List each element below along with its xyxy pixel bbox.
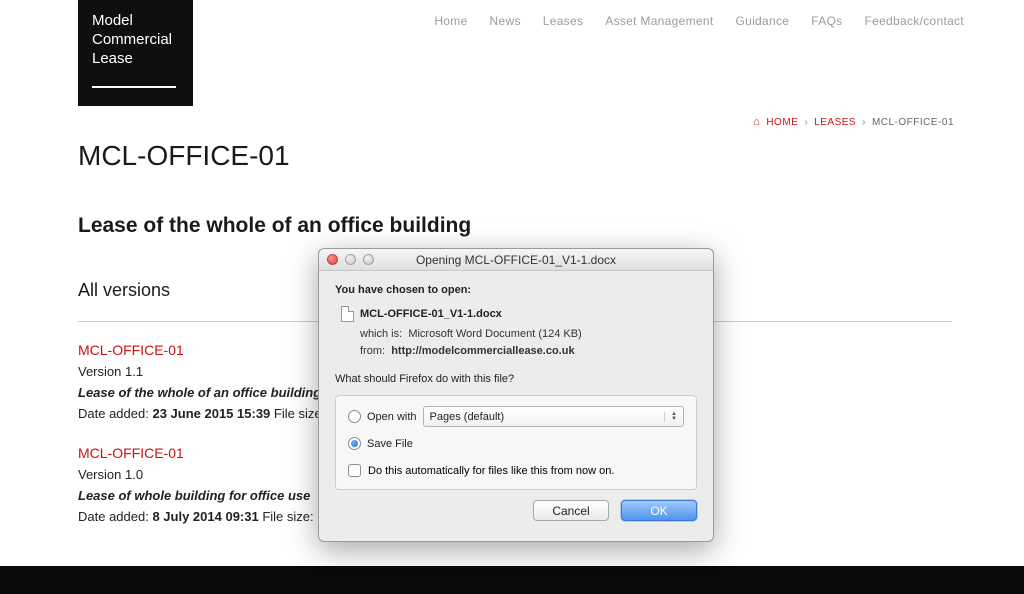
nav-home[interactable]: Home (434, 14, 467, 28)
file-name: MCL-OFFICE-01_V1-1.docx (360, 308, 502, 320)
version-link[interactable]: MCL-OFFICE-01 (78, 445, 184, 461)
radio-save-file[interactable] (348, 437, 361, 450)
which-is-value: Microsoft Word Document (124 KB) (408, 328, 581, 340)
dialog-titlebar[interactable]: Opening MCL-OFFICE-01_V1-1.docx (319, 249, 713, 271)
size-label: File size: (262, 509, 313, 524)
logo-line: Commercial (92, 31, 179, 50)
breadcrumb-current: MCL-OFFICE-01 (872, 117, 954, 128)
radio-open-with[interactable] (348, 410, 361, 423)
version-link[interactable]: MCL-OFFICE-01 (78, 342, 184, 358)
dialog-heading: You have chosen to open: (335, 284, 697, 296)
file-icon (341, 306, 354, 322)
download-dialog: Opening MCL-OFFICE-01_V1-1.docx You have… (318, 248, 714, 542)
open-with-select[interactable]: Pages (default) ▲▼ (423, 406, 684, 427)
from-label: from: (360, 345, 385, 357)
file-meta: which is: Microsoft Word Document (124 K… (360, 326, 697, 359)
from-value: http://modelcommerciallease.co.uk (391, 345, 574, 357)
open-with-value: Pages (default) (430, 411, 505, 423)
breadcrumb-sep: › (804, 117, 808, 128)
ok-button[interactable]: OK (621, 500, 697, 521)
dialog-buttons: Cancel OK (319, 500, 713, 535)
dialog-title: Opening MCL-OFFICE-01_V1-1.docx (319, 253, 713, 267)
nav-faqs[interactable]: FAQs (811, 14, 842, 28)
dialog-question: What should Firefox do with this file? (335, 373, 697, 385)
date-value: 23 June 2015 15:39 (152, 406, 270, 421)
auto-checkbox[interactable] (348, 464, 361, 477)
nav-asset-management[interactable]: Asset Management (605, 14, 713, 28)
nav-guidance[interactable]: Guidance (735, 14, 789, 28)
file-row: MCL-OFFICE-01_V1-1.docx (341, 306, 697, 322)
page: Model Commercial Lease Home News Leases … (0, 0, 1024, 566)
open-with-label: Open with (367, 411, 417, 423)
open-with-row[interactable]: Open with Pages (default) ▲▼ (348, 406, 684, 427)
auto-label: Do this automatically for files like thi… (368, 465, 614, 477)
nav-links: Home News Leases Asset Management Guidan… (434, 14, 964, 28)
nav-feedback[interactable]: Feedback/contact (864, 14, 964, 28)
which-is-label: which is: (360, 328, 402, 340)
page-title: MCL-OFFICE-01 (78, 140, 952, 172)
save-file-row[interactable]: Save File (348, 437, 684, 450)
nav-news[interactable]: News (490, 14, 521, 28)
nav-leases[interactable]: Leases (543, 14, 584, 28)
logo-rule (92, 86, 176, 88)
auto-row[interactable]: Do this automatically for files like thi… (348, 464, 684, 477)
logo-line: Lease (92, 50, 179, 69)
date-value: 8 July 2014 09:31 (152, 509, 258, 524)
header: Model Commercial Lease Home News Leases … (0, 0, 1024, 106)
breadcrumb-sep: › (862, 117, 866, 128)
site-logo[interactable]: Model Commercial Lease (78, 0, 193, 106)
footer (0, 566, 1024, 594)
breadcrumb-leases[interactable]: LEASES (814, 117, 856, 128)
breadcrumb: ⌂ HOME › LEASES › MCL-OFFICE-01 (753, 116, 954, 128)
options-panel: Open with Pages (default) ▲▼ Save File D… (335, 395, 697, 490)
date-label: Date added: (78, 406, 149, 421)
cancel-button[interactable]: Cancel (533, 500, 609, 521)
date-label: Date added: (78, 509, 149, 524)
section-title: Lease of the whole of an office building (78, 214, 952, 238)
logo-line: Model (92, 12, 179, 31)
breadcrumb-home[interactable]: HOME (766, 117, 798, 128)
save-file-label: Save File (367, 438, 413, 450)
chevron-updown-icon: ▲▼ (664, 412, 677, 422)
home-icon[interactable]: ⌂ (753, 116, 760, 128)
dialog-body: You have chosen to open: MCL-OFFICE-01_V… (319, 271, 713, 500)
